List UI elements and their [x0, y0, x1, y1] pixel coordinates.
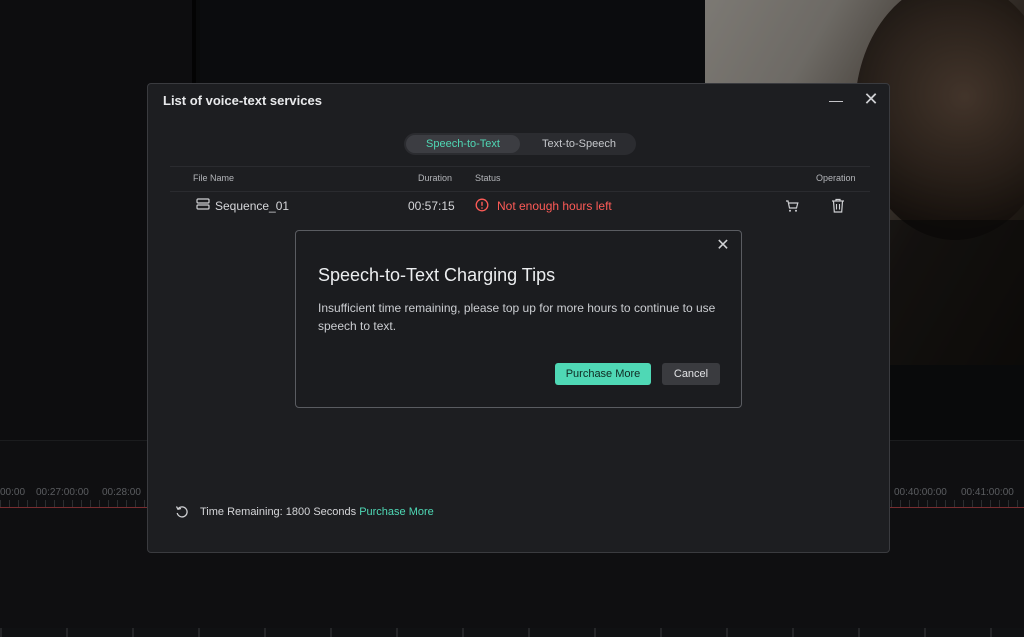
row-duration: 00:57:15 [408, 199, 455, 213]
charging-tips-dialog: ✕ Speech-to-Text Charging Tips Insuffici… [295, 230, 742, 408]
close-icon[interactable]: ✕ [861, 89, 881, 109]
close-icon[interactable]: ✕ [714, 237, 732, 255]
tab-text-to-speech[interactable]: Text-to-Speech [524, 135, 634, 153]
dialog-title: List of voice-text services [163, 93, 322, 108]
column-header-operation: Operation [816, 173, 856, 183]
service-tabs: Speech-to-Text Text-to-Speech [404, 133, 636, 155]
tab-speech-to-text[interactable]: Speech-to-Text [406, 135, 520, 153]
trash-icon[interactable] [831, 198, 845, 213]
column-header-duration: Duration [418, 173, 453, 183]
row-file-name: Sequence_01 [215, 199, 290, 213]
time-remaining: Time Remaining: 1800 Seconds Purchase Mo… [200, 506, 434, 518]
tips-title: Speech-to-Text Charging Tips [318, 265, 556, 285]
cancel-button[interactable]: Cancel [662, 363, 720, 385]
row-status: Not enough hours left [497, 199, 612, 213]
table-header-divider [170, 191, 870, 192]
minimize-icon[interactable]: — [826, 90, 846, 110]
purchase-more-button[interactable]: Purchase More [555, 363, 651, 385]
purchase-more-link[interactable]: Purchase More [359, 506, 434, 518]
sequence-icon [196, 198, 210, 210]
time-remaining-text: Time Remaining: 1800 Seconds [200, 506, 357, 518]
table-top-divider [170, 166, 870, 167]
warning-icon [475, 198, 489, 212]
tips-message: Insufficient time remaining, please top … [318, 301, 716, 333]
refresh-icon[interactable] [175, 505, 189, 519]
column-header-file-name: File Name [193, 173, 235, 183]
cart-icon[interactable] [785, 199, 799, 213]
column-header-status: Status [475, 173, 501, 183]
